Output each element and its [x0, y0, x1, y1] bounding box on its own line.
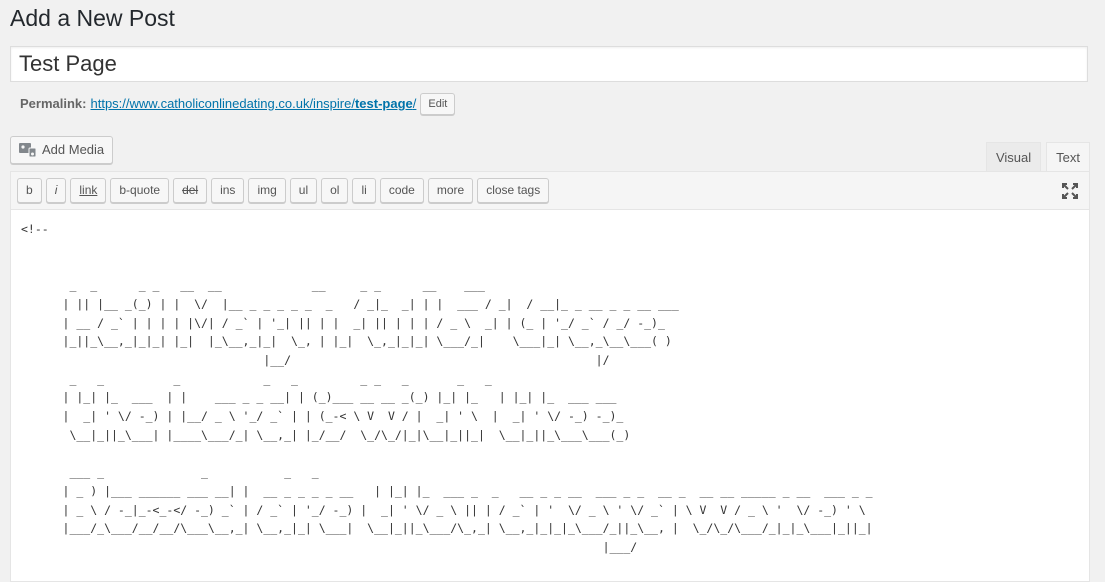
qt-link-button[interactable]: link	[70, 178, 107, 203]
qt-close-tags-button[interactable]: close tags	[477, 178, 550, 203]
qt-more-button[interactable]: more	[427, 178, 474, 203]
post-title-input[interactable]: Test Page	[10, 46, 1088, 82]
permalink-edit-button[interactable]: Edit	[420, 93, 456, 115]
qt-code-button[interactable]: code	[379, 178, 424, 203]
permalink-link[interactable]: https://www.catholiconlinedating.co.uk/i…	[90, 93, 416, 115]
add-media-label: Add Media	[42, 142, 105, 157]
permalink-row: Permalink: https://www.catholiconlinedat…	[20, 93, 456, 115]
page-title: Add a New Post	[10, 5, 175, 31]
qt-ins-button[interactable]: ins	[211, 178, 245, 203]
editor-tabs: Visual Text	[981, 142, 1090, 171]
quicktags-toolbar: b i link b-quote del ins img ul ol li co…	[11, 172, 1089, 210]
qt-ul-button[interactable]: ul	[289, 178, 318, 203]
tab-visual[interactable]: Visual	[985, 142, 1042, 171]
fullscreen-icon[interactable]	[1061, 182, 1079, 200]
qt-del-button[interactable]: del	[173, 178, 208, 203]
qt-li-button[interactable]: li	[352, 178, 376, 203]
permalink-url-base: https://www.catholiconlinedating.co.uk/i…	[90, 96, 355, 111]
editor-content-area[interactable]: <!-- _ _ _ _ __ __ __ _ _ __ ___ | || |_…	[11, 210, 1089, 581]
qt-bold-button[interactable]: b	[17, 178, 42, 203]
qt-blockquote-button[interactable]: b-quote	[110, 178, 170, 203]
text-editor: b i link b-quote del ins img ul ol li co…	[10, 171, 1090, 582]
tab-text[interactable]: Text	[1046, 142, 1090, 171]
add-media-button[interactable]: Add Media	[10, 136, 114, 164]
permalink-label: Permalink:	[20, 96, 87, 111]
qt-ol-button[interactable]: ol	[321, 178, 349, 203]
permalink-slug: test-page	[354, 96, 413, 111]
editor-text: <!-- _ _ _ _ __ __ __ _ _ __ ___ | || |_…	[21, 222, 873, 554]
qt-img-button[interactable]: img	[248, 178, 286, 203]
media-icon	[19, 143, 37, 158]
qt-italic-button[interactable]: i	[45, 178, 67, 203]
permalink-trail: /	[412, 96, 417, 111]
